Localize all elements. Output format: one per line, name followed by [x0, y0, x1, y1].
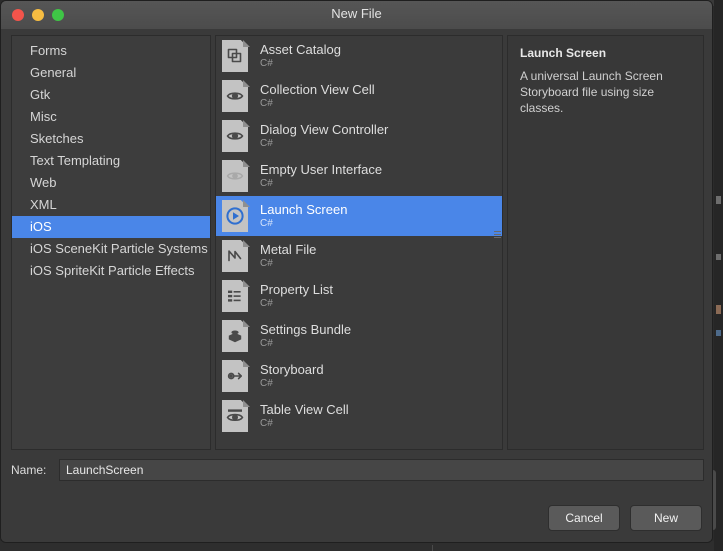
settings-bundle-icon [222, 320, 250, 352]
launch-screen-icon [222, 200, 250, 232]
template-item[interactable]: Empty User Interface C# [216, 156, 502, 196]
category-item-label: iOS [30, 219, 52, 234]
table-view-cell-icon [222, 400, 250, 432]
template-item-subtitle: C# [260, 258, 273, 269]
template-pane[interactable]: Asset Catalog C# Collection View Cell C# Dia… [215, 35, 503, 450]
template-item-title: Collection View Cell [260, 82, 375, 97]
template-item-subtitle: C# [260, 418, 273, 429]
category-item[interactable]: Forms [12, 40, 210, 62]
background-right-mark [716, 254, 721, 260]
category-item[interactable]: Misc [12, 106, 210, 128]
template-item-subtitle: C# [260, 298, 273, 309]
category-pane[interactable]: Forms General Gtk Misc Sketches Text Templati… [11, 35, 211, 450]
name-row: Name: [11, 459, 704, 481]
category-item-label: iOS SpriteKit Particle Effects [30, 263, 195, 278]
dialog-footer: Cancel New [548, 505, 702, 531]
template-item[interactable]: Property List C# [216, 276, 502, 316]
dialog-view-controller-icon [222, 120, 250, 152]
pane-resize-grip[interactable] [494, 229, 501, 243]
category-item-label: Sketches [30, 131, 84, 146]
template-item-title: Table View Cell [260, 402, 349, 417]
template-item-title: Storyboard [260, 362, 324, 377]
template-item-subtitle: C# [260, 378, 273, 389]
preview-title: Launch Screen [520, 46, 607, 60]
background-right-mark [716, 330, 721, 336]
category-list: Forms General Gtk Misc Sketches Text Templati… [12, 36, 210, 282]
category-item[interactable]: Web [12, 172, 210, 194]
template-item-subtitle: C# [260, 218, 273, 229]
template-item[interactable]: Launch Screen C# [216, 196, 502, 236]
window-title: New File [331, 6, 382, 21]
template-item-title: Settings Bundle [260, 322, 352, 337]
template-item[interactable]: Asset Catalog C# [216, 36, 502, 76]
template-item-text: Asset Catalog C# [260, 42, 341, 70]
preview-pane: Launch Screen A universal Launch Screen … [507, 35, 704, 450]
template-item-title: Asset Catalog [260, 42, 341, 57]
template-item-text: Collection View Cell C# [260, 82, 375, 110]
dialog-titlebar[interactable]: New File [1, 1, 712, 30]
template-item-text: Metal File C# [260, 242, 316, 270]
background-right-mark [716, 196, 721, 204]
template-item-title: Dialog View Controller [260, 122, 389, 137]
empty-user-interface-icon [222, 160, 250, 192]
name-label: Name: [11, 463, 47, 477]
template-item-title: Metal File [260, 242, 317, 257]
metal-file-icon [222, 240, 250, 272]
category-item-label: XML [30, 197, 57, 212]
background-tick [432, 545, 433, 551]
category-item-label: Web [30, 175, 57, 190]
category-item[interactable]: iOS SpriteKit Particle Effects [12, 260, 210, 282]
template-item-text: Table View Cell C# [260, 402, 349, 430]
category-item-label: General [30, 65, 77, 80]
panes-container: Forms General Gtk Misc Sketches Text Templati… [11, 35, 704, 450]
preview-content: Launch Screen A universal Launch Screen … [508, 36, 703, 126]
asset-catalog-icon [222, 40, 250, 72]
template-item-title: Property List [260, 282, 333, 297]
template-item[interactable]: Metal File C# [216, 236, 502, 276]
category-item[interactable]: XML [12, 194, 210, 216]
category-item[interactable]: Gtk [12, 84, 210, 106]
storyboard-icon [222, 360, 250, 392]
category-item[interactable]: iOS [12, 216, 210, 238]
template-item-title: Empty User Interface [260, 162, 383, 177]
template-item-subtitle: C# [260, 338, 273, 349]
template-item[interactable]: Storyboard C# [216, 356, 502, 396]
new-button[interactable]: New [630, 505, 702, 531]
template-item-text: Settings Bundle C# [260, 322, 351, 350]
template-item-text: Empty User Interface C# [260, 162, 382, 190]
preview-description: A universal Launch Screen Storyboard fil… [520, 69, 663, 115]
category-item-label: Misc [30, 109, 57, 124]
category-item-label: Forms [30, 43, 67, 58]
template-item-text: Property List C# [260, 282, 333, 310]
cancel-button[interactable]: Cancel [548, 505, 620, 531]
dialog-body: Forms General Gtk Misc Sketches Text Templati… [1, 29, 712, 542]
property-list-icon [222, 280, 250, 312]
template-item-subtitle: C# [260, 98, 273, 109]
template-item[interactable]: Table View Cell C# [216, 396, 502, 436]
template-item-title: Launch Screen [260, 202, 348, 217]
template-item-subtitle: C# [260, 178, 273, 189]
template-item-text: Launch Screen C# [260, 202, 347, 230]
template-item-subtitle: C# [260, 58, 273, 69]
template-item-text: Dialog View Controller C# [260, 122, 388, 150]
category-item[interactable]: Text Templating [12, 150, 210, 172]
background-right-mark [716, 305, 721, 314]
background-right-gutter [714, 0, 723, 551]
template-item[interactable]: Collection View Cell C# [216, 76, 502, 116]
category-item-label: Gtk [30, 87, 51, 102]
new-file-dialog: New File Forms General Gtk Misc Sketches Text… [0, 0, 713, 543]
screen: New File Forms General Gtk Misc Sketches Text… [0, 0, 723, 551]
template-item[interactable]: Dialog View Controller C# [216, 116, 502, 156]
category-item[interactable]: General [12, 62, 210, 84]
template-item-text: Storyboard C# [260, 362, 324, 390]
template-item-subtitle: C# [260, 138, 273, 149]
category-item-label: Text Templating [30, 153, 121, 168]
category-item[interactable]: Sketches [12, 128, 210, 150]
name-input[interactable] [59, 459, 704, 481]
template-list: Asset Catalog C# Collection View Cell C# Dia… [216, 36, 502, 449]
category-item[interactable]: iOS SceneKit Particle Systems [12, 238, 210, 260]
collection-view-cell-icon [222, 80, 250, 112]
category-item-label: iOS SceneKit Particle Systems [30, 241, 208, 256]
template-item[interactable]: Settings Bundle C# [216, 316, 502, 356]
